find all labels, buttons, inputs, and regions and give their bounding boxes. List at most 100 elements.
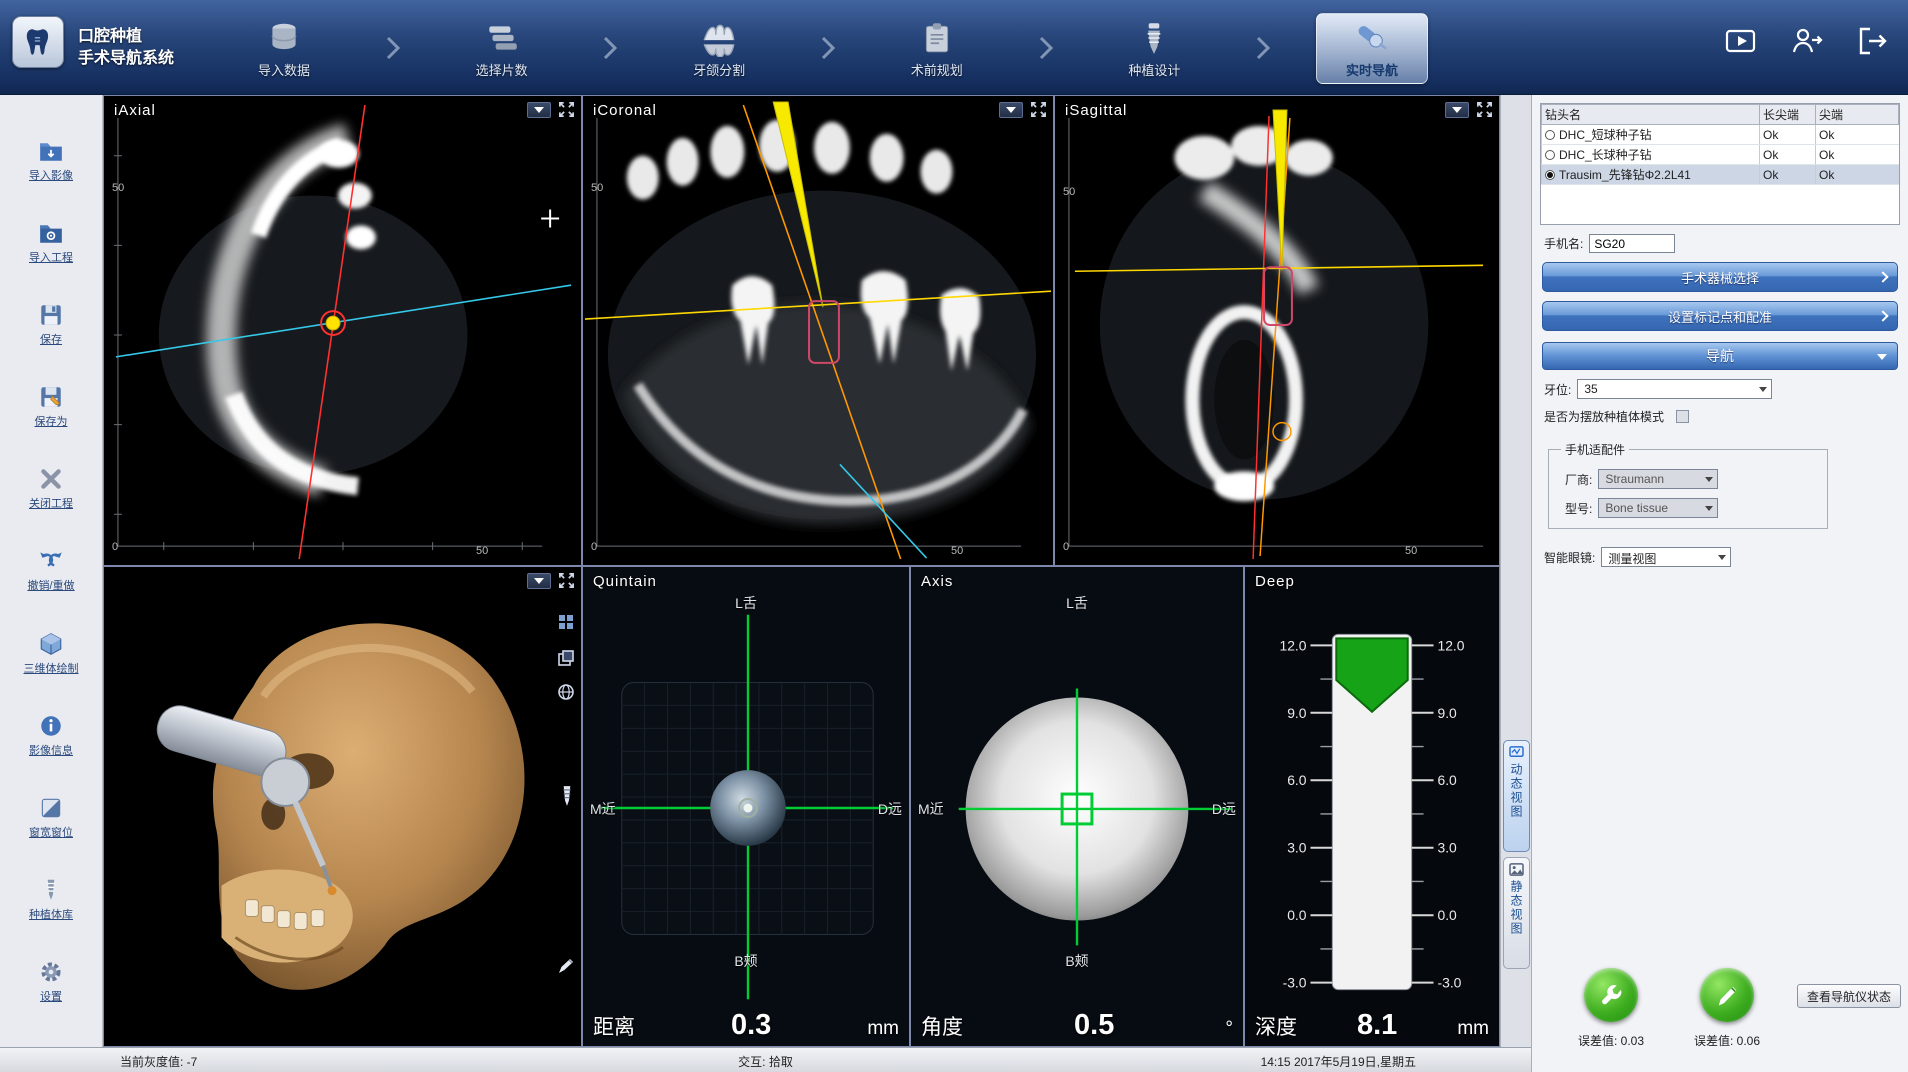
exit-button[interactable] [1854,22,1892,60]
implant-marker-icon[interactable] [559,785,575,810]
direction-label-bottom: B颊 [911,951,1243,971]
step-jaw-segmentation[interactable]: 牙颌分割 [663,14,775,83]
expand-view-icon[interactable] [558,572,575,589]
view-title: Quintain [593,573,657,590]
step-preop-planning[interactable]: 术前规划 [881,14,993,83]
sidebar-item-window-level[interactable]: 窗宽窗位 [29,795,73,840]
tab-dynamic-view[interactable]: 动态视图 [1503,740,1530,852]
calibration-tool-button[interactable] [1584,968,1638,1022]
step-implant-design[interactable]: 种植设计 [1098,14,1210,83]
axis-angle-view[interactable]: Axis L舌 M近 D远 B颊 角度 0.5 ° [910,566,1244,1047]
direction-label-right: D远 [878,799,902,819]
viewport-grid: iAxial 50 0 50 [103,95,1500,1047]
sidebar-item-import-project[interactable]: 导入工程 [29,220,73,265]
layers-icon[interactable] [557,649,575,670]
chevron-right-icon [1877,310,1888,321]
sidebar-item-import-image[interactable]: 导入影像 [29,138,73,183]
registration-pen-button[interactable] [1700,968,1754,1022]
radio-icon[interactable] [1545,150,1555,160]
step-realtime-navigation[interactable]: 实时导航 [1316,13,1428,84]
video-button[interactable] [1722,22,1760,60]
view-mode-tab-strip: 动态视图 静态视图 [1500,95,1531,1047]
sidebar-item-save-as[interactable]: 保存为 [35,384,68,429]
preop-planning-icon [918,19,956,57]
axial-view[interactable]: iAxial 50 0 50 [103,95,582,566]
svg-text:9.0: 9.0 [1287,705,1307,721]
save-icon [37,302,65,328]
save-as-icon [37,384,65,410]
coronal-view[interactable]: iCoronal 50 0 50 [582,95,1054,566]
model-dropdown[interactable]: Bone tissue [1598,498,1718,518]
ruler-label: 0 [591,541,597,553]
expand-view-icon[interactable] [1476,101,1493,118]
import-data-icon [265,19,303,57]
drill-row[interactable]: DHC_长球种子钻 Ok Ok [1542,145,1899,165]
vendor-dropdown[interactable]: Straumann [1598,469,1718,489]
svg-text:3.0: 3.0 [1287,840,1307,856]
ruler-label: 0 [112,541,118,553]
sidebar-item-close-project[interactable]: 关闭工程 [29,466,73,511]
sidebar-item-implant-library[interactable]: 种植体库 [29,877,73,922]
sidebar-item-save[interactable]: 保存 [37,302,65,347]
step-arrow-icon [820,35,836,61]
expand-view-icon[interactable] [1030,101,1047,118]
close-project-icon [37,466,65,492]
svg-text:0.0: 0.0 [1287,907,1307,923]
drill-row[interactable]: DHC_短球种子钻 Ok Ok [1542,125,1899,145]
view-title: iSagittal [1065,102,1127,119]
chevron-down-icon [1718,555,1726,564]
view-menu-button[interactable] [527,102,551,118]
sidebar-item-settings[interactable]: 设置 [37,959,65,1004]
error-value-2: 误差值: 0.06 [1672,1032,1782,1049]
col-header-drill-name: 钻头名 [1542,105,1760,125]
sidebar-item-undo-redo[interactable]: 撤销/重做 [27,548,74,593]
navigation-section-header[interactable]: 导航 [1542,342,1898,370]
quintain-target-view[interactable]: Quintain L舌 M近 D远 B颊 距离 0.3 mm [582,566,910,1047]
error-status-cluster: 误差值: 0.03 误差值: 0.06 查看导航仪状态 [1532,958,1908,1066]
radio-icon[interactable] [1545,130,1555,140]
ruler-label: 50 [112,182,124,194]
radio-icon[interactable] [1545,170,1555,180]
marker-registration-button[interactable]: 设置标记点和配准 [1542,301,1898,331]
step-select-slices[interactable]: 选择片数 [446,14,558,83]
placement-mode-label: 是否为摆放种植体模式 [1544,408,1664,425]
pen-icon [1713,981,1741,1009]
step-arrow-icon [1255,35,1271,61]
view-menu-button[interactable] [527,573,551,589]
ruler-label: 50 [591,182,603,194]
svg-text:12.0: 12.0 [1437,637,1464,653]
navigator-status-button[interactable]: 查看导航仪状态 [1797,984,1901,1008]
workflow-steps: 导入数据 选择片数 牙颌分割 术前规划 [228,6,1428,90]
depth-gauge-view[interactable]: 12.0 9.0 6.0 3.0 0.0 -3.0 12.0 9.0 6.0 3… [1244,566,1500,1047]
pencil-icon[interactable] [557,957,575,978]
handpiece-name-input[interactable] [1589,234,1675,253]
tooth-position-dropdown[interactable]: 35 [1577,379,1772,399]
step-import-data[interactable]: 导入数据 [228,14,340,83]
instrument-select-button[interactable]: 手术器械选择 [1542,262,1898,292]
folder-project-icon [37,220,65,246]
app-logo [12,16,64,68]
direction-label-right: D远 [1212,799,1236,819]
layout-grid-icon[interactable] [557,613,575,634]
smart-glasses-dropdown[interactable]: 测量视图 [1601,547,1731,567]
sidebar-item-volume-render[interactable]: 三维体绘制 [24,631,79,676]
expand-view-icon[interactable] [558,101,575,118]
view-menu-button[interactable] [1445,102,1469,118]
svg-text:3.0: 3.0 [1437,840,1457,856]
view-menu-button[interactable] [999,102,1023,118]
sagittal-view[interactable]: iSagittal 50 0 50 [1054,95,1500,566]
ruler-label: 50 [1063,186,1075,198]
svg-text:12.0: 12.0 [1280,637,1307,653]
sidebar-item-image-info[interactable]: 影像信息 [29,713,73,758]
select-slices-icon [483,19,521,57]
drill-row-selected[interactable]: Trausim_先锋钻Φ2.2L41 Ok Ok [1542,165,1899,185]
gear-icon [37,959,65,985]
globe-icon[interactable] [557,683,575,704]
volume-3d-view[interactable] [103,566,582,1047]
tab-static-view[interactable]: 静态视图 [1503,857,1530,969]
user-export-button[interactable] [1788,22,1826,60]
volume-render-icon [37,631,65,657]
svg-text:-3.0: -3.0 [1437,975,1461,991]
distance-metric: 距离 0.3 mm [583,1009,909,1042]
placement-mode-checkbox[interactable] [1676,410,1689,423]
